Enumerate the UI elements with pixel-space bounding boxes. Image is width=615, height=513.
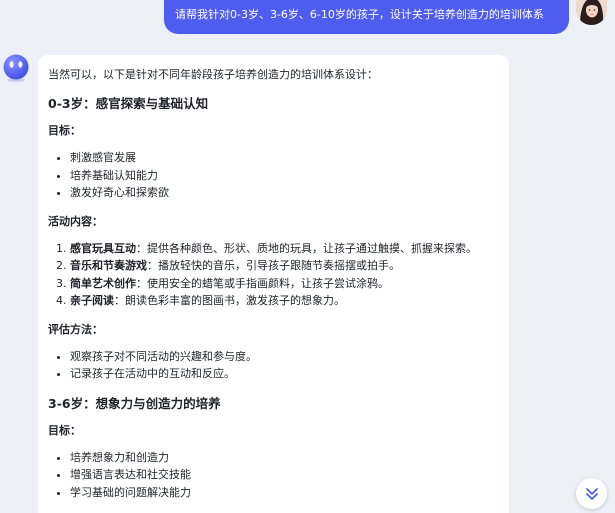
activity-text: ：朗读色彩丰富的图画书，激发孩子的想象力。 <box>114 294 345 307</box>
scroll-to-bottom-button[interactable] <box>576 478 607 509</box>
list-item: 培养想象力和创造力 <box>70 449 499 467</box>
list-item: 学习基础的问题解决能力 <box>70 484 499 502</box>
activities-label: 活动内容： <box>48 214 103 228</box>
goals-list: 培养想象力和创造力 增强语言表达和社交技能 学习基础的问题解决能力 <box>70 449 499 502</box>
list-item: 培养基础认知能力 <box>70 167 499 185</box>
activities-list: 感官玩具互动：提供各种颜色、形状、质地的玩具，让孩子通过触摸、抓握来探索。 音乐… <box>70 240 499 310</box>
list-item: 简单艺术创作：使用安全的蜡笔或手指画颜料，让孩子尝试涂鸦。 <box>70 275 499 293</box>
activity-text: ：播放轻快的音乐，引导孩子跟随节奏摇摆或拍手。 <box>147 259 400 272</box>
section-heading-3-6: 3-6岁：想象力与创造力的培养 <box>48 395 221 411</box>
activity-text: ：提供各种颜色、形状、质地的玩具，让孩子通过触摸、抓握来探索。 <box>136 241 477 255</box>
assistant-answer-card: 当然可以，以下是针对不同年龄段孩子培养创造力的培训体系设计： 0-3岁：感官探索… <box>38 55 509 513</box>
user-message-bubble: 请帮我针对0-3岁、3-6岁、6-10岁的孩子，设计关于培养创造力的培训体系 <box>164 0 569 34</box>
activity-term: 亲子阅读 <box>70 294 114 307</box>
list-item: 记录孩子在活动中的互动和反应。 <box>70 365 499 383</box>
list-item: 增强语言表达和社交技能 <box>70 466 499 484</box>
list-item: 亲子阅读：朗读色彩丰富的图画书，激发孩子的想象力。 <box>70 292 499 310</box>
goals-label: 目标： <box>48 124 81 137</box>
list-item: 激发好奇心和探索欲 <box>70 184 499 202</box>
activity-term: 音乐和节奏游戏 <box>70 259 147 272</box>
goals-list: 刺激感官发展 培养基础认知能力 激发好奇心和探索欲 <box>70 149 499 202</box>
answer-intro: 当然可以，以下是针对不同年龄段孩子培养创造力的培训体系设计： <box>48 68 378 81</box>
user-avatar <box>576 0 607 25</box>
activity-text: ：使用安全的蜡笔或手指画颜料，让孩子尝试涂鸦。 <box>136 276 389 290</box>
activity-term: 简单艺术创作 <box>70 276 136 290</box>
user-message-text: 请帮我针对0-3岁、3-6岁、6-10岁的孩子，设计关于培养创造力的培训体系 <box>175 8 544 21</box>
goals-label: 目标： <box>48 423 81 437</box>
list-item: 刺激感官发展 <box>70 149 499 167</box>
section-heading-0-3: 0-3岁：感官探索与基础认知 <box>48 96 209 111</box>
activity-term: 感官玩具互动 <box>70 241 136 255</box>
evaluation-label: 评估方法： <box>48 322 103 336</box>
list-item: 音乐和节奏游戏：播放轻快的音乐，引导孩子跟随节奏摇摆或拍手。 <box>70 257 499 275</box>
list-item: 感官玩具互动：提供各种颜色、形状、质地的玩具，让孩子通过触摸、抓握来探索。 <box>70 240 499 258</box>
list-item: 观察孩子对不同活动的兴趣和参与度。 <box>70 348 499 366</box>
double-chevron-down-icon <box>585 487 598 500</box>
robot-face-icon <box>1 53 31 83</box>
evaluation-list: 观察孩子对不同活动的兴趣和参与度。 记录孩子在活动中的互动和反应。 <box>70 348 499 383</box>
